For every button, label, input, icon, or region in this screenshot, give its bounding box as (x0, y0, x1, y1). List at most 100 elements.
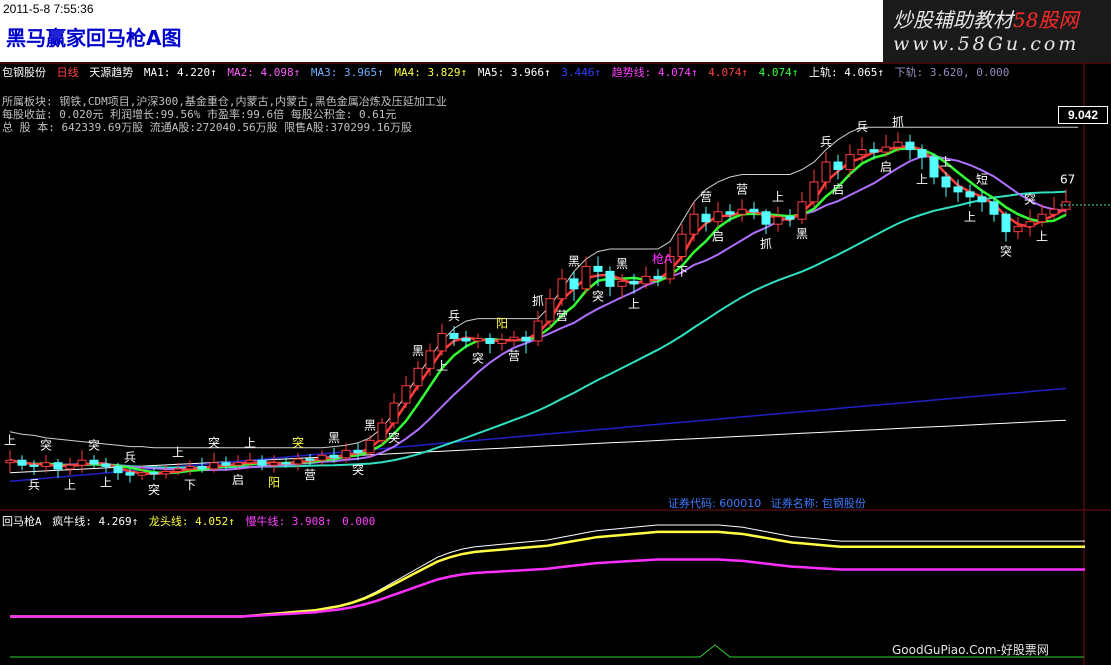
signal-marker: 上 (772, 190, 784, 204)
ma-long-white-line (9, 419, 1067, 474)
candle-body (893, 141, 903, 148)
candle-body (461, 337, 471, 342)
candle-body (353, 449, 363, 454)
candle-body (821, 161, 831, 183)
signal-marker: 短 (976, 172, 988, 186)
security-code: 证券代码: 600010 (668, 497, 762, 510)
candle-body (101, 463, 111, 467)
signal-marker: 上 (100, 476, 112, 490)
candle-body (653, 275, 663, 280)
candle-body (581, 265, 591, 290)
ma6-value: 3.446↑ (561, 66, 602, 79)
candle-body (737, 208, 747, 215)
candle-body (965, 191, 975, 198)
candle-body (413, 367, 423, 387)
signal-marker: 突 (472, 350, 484, 365)
candle-body (173, 468, 183, 472)
candle-body (29, 464, 39, 467)
signal-marker: 兵 (856, 120, 868, 134)
candle-body (521, 336, 531, 342)
candle-body (605, 270, 615, 287)
candle-body (473, 337, 483, 342)
candle-body (365, 439, 375, 454)
signal-marker: 上 (628, 297, 640, 311)
ma5-value: MA5: 3.966↑ (477, 66, 551, 79)
candle-body (689, 213, 699, 235)
candle-body (941, 176, 951, 188)
candle-body (857, 149, 867, 156)
signal-marker: 上 (172, 446, 184, 460)
signal-marker: 营 (736, 182, 748, 196)
candle-body (629, 280, 639, 285)
signal-marker: 突 (1000, 244, 1012, 259)
signal-marker: 突 (208, 435, 220, 450)
indicator-legend: 包钢股份 日线 天源趋势 MA1: 4.220↑ MA2: 4.098↑ MA3… (2, 64, 1013, 80)
signal-marker: 启 (712, 230, 724, 244)
signal-marker: 下 (184, 478, 196, 492)
candle-body (53, 462, 63, 470)
candle-body (449, 333, 459, 339)
signal-marker: 黑 (568, 254, 580, 268)
crazy-bull-line-value: 疯牛线: 4.269↑ (52, 515, 139, 528)
signal-marker: 突 (292, 435, 304, 450)
footer-watermark: GoodGuPiao.Com-好股票网 (892, 643, 1049, 657)
signal-marker: 上 (244, 436, 256, 450)
sub-indicator-legend: 回马枪A 疯牛线: 4.269↑ 龙头线: 4.052↑ 慢牛线: 3.908↑… (2, 513, 379, 529)
signal-marker: 营 (556, 309, 568, 323)
candle-body (161, 470, 171, 475)
signal-marker: 上 (964, 210, 976, 224)
candle-body (281, 462, 291, 465)
candle-body (437, 333, 447, 352)
sub-indicator-name[interactable]: 回马枪A (2, 515, 42, 528)
ma1-value: MA1: 4.220↑ (143, 66, 217, 79)
candle-body (209, 462, 219, 470)
signal-marker: 抓 (892, 115, 904, 129)
ma2-value: MA2: 4.098↑ (227, 66, 301, 79)
candle-body (425, 350, 435, 369)
candle-body (953, 186, 963, 193)
signal-marker: 突 (388, 430, 400, 445)
candle-body (317, 454, 327, 461)
signal-marker: 兵 (124, 451, 136, 465)
candle-body (749, 208, 759, 213)
ma3-value: MA3: 3.965↑ (310, 66, 384, 79)
signal-marker: 兵 (28, 478, 40, 492)
candle-body (125, 472, 135, 476)
signal-marker: 黑 (616, 257, 628, 271)
dragon-head-line-value: 龙头线: 4.052↑ (148, 515, 235, 528)
trend-value-3: 4.074↑ (758, 66, 799, 79)
signal-marker: 枪A (652, 251, 673, 266)
candle-body (869, 149, 879, 153)
candle-body (113, 465, 123, 474)
candle-body (185, 465, 195, 470)
candle-body (65, 464, 75, 470)
candle-body (713, 211, 723, 223)
indicator-name[interactable]: 天源趋势 (89, 66, 133, 79)
period-label[interactable]: 日线 (57, 66, 79, 79)
candle-body (1025, 221, 1035, 228)
signal-marker: 突 (352, 462, 364, 477)
signal-marker: 阳 (496, 317, 508, 331)
security-info: 证券代码: 600010 证券名称: 包钢股份 (668, 495, 872, 511)
signal-marker: 上 (436, 359, 448, 373)
candle-body (197, 465, 207, 470)
candle-body (833, 161, 843, 171)
candle-body (977, 196, 987, 203)
candle-body (233, 462, 243, 466)
signal-marker: 营 (304, 468, 316, 482)
candle-body (245, 459, 255, 464)
share-capital-info: 总 股 本: 642339.69万股 流通A股:272040.56万股 限售A股… (2, 121, 413, 134)
candle-body (725, 211, 735, 215)
candle-body (5, 459, 15, 464)
candle-body (617, 280, 627, 287)
signal-marker: 67 (1060, 172, 1075, 186)
signal-marker: 上 (916, 173, 928, 187)
signal-marker: 黑 (364, 418, 376, 432)
upper-band-value: 上轨: 4.065↑ (809, 66, 885, 79)
candle-body (545, 298, 555, 322)
signal-marker: 营 (700, 190, 712, 204)
candle-body (509, 336, 519, 341)
candle-body (389, 402, 399, 424)
signal-marker: 上 (64, 478, 76, 492)
signal-marker: 上 (940, 155, 952, 169)
